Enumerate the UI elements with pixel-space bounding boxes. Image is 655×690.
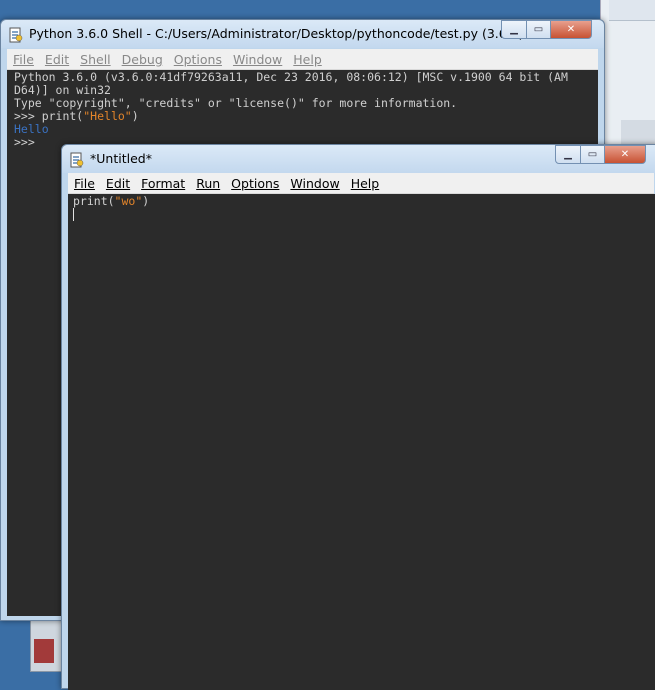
- editor-window-title: *Untitled*: [90, 151, 152, 166]
- maximize-button[interactable]: ▭: [580, 145, 605, 164]
- untitled-editor-window: *Untitled* ▁ ▭ ✕ File Edit Format Run Op…: [61, 144, 655, 690]
- background-window: [600, 0, 655, 150]
- close-button[interactable]: ✕: [550, 20, 592, 39]
- shell-banner-line-1: Python 3.6.0 (v3.6.0:41df79263a11, Dec 2…: [14, 70, 568, 84]
- menu-run[interactable]: Run: [190, 176, 225, 191]
- menu-help[interactable]: Help: [287, 52, 327, 67]
- close-button[interactable]: ✕: [604, 145, 646, 164]
- shell-caption-buttons: ▁ ▭ ✕: [501, 20, 592, 39]
- editor-menubar: File Edit Format Run Options Window Help: [68, 173, 654, 194]
- code-string-literal: "wo": [114, 194, 143, 208]
- menu-window[interactable]: Window: [284, 176, 344, 191]
- menu-edit[interactable]: Edit: [100, 176, 135, 191]
- shell-titlebar[interactable]: Python 3.6.0 Shell - C:/Users/Administra…: [1, 20, 604, 48]
- shell-prompt: >>>: [14, 135, 35, 149]
- menu-shell[interactable]: Shell: [74, 52, 116, 67]
- editor-titlebar[interactable]: *Untitled* ▁ ▭ ✕: [62, 145, 655, 173]
- maximize-button[interactable]: ▭: [526, 20, 551, 39]
- code-print-close: ): [142, 194, 150, 208]
- shell-banner-line-3: Type "copyright", "credits" or "license(…: [14, 96, 458, 110]
- menu-options[interactable]: Options: [225, 176, 284, 191]
- shell-window-title: Python 3.6.0 Shell - C:/Users/Administra…: [29, 26, 524, 41]
- editor-text-area[interactable]: print("wo"): [68, 194, 655, 690]
- minimize-button[interactable]: ▁: [501, 20, 527, 39]
- text-caret: [73, 208, 74, 221]
- menu-options[interactable]: Options: [168, 52, 227, 67]
- thumbnail-image: [34, 639, 54, 663]
- menu-help[interactable]: Help: [345, 176, 385, 191]
- editor-caption-buttons: ▁ ▭ ✕: [555, 145, 646, 164]
- menu-window[interactable]: Window: [227, 52, 287, 67]
- menu-format[interactable]: Format: [135, 176, 190, 191]
- shell-command-close: ): [131, 109, 139, 123]
- shell-menubar: File Edit Shell Debug Options Window Hel…: [7, 49, 598, 70]
- menu-file[interactable]: File: [68, 176, 100, 191]
- desktop-thumbnail[interactable]: [30, 620, 64, 672]
- menu-file[interactable]: File: [7, 52, 39, 67]
- code-print-call: print(: [73, 194, 115, 208]
- shell-string-literal: "Hello": [83, 109, 132, 123]
- python-idle-icon: [9, 27, 23, 43]
- background-window-titlebar: [609, 0, 655, 21]
- shell-output: Hello: [14, 122, 49, 136]
- menu-debug[interactable]: Debug: [116, 52, 168, 67]
- menu-edit[interactable]: Edit: [39, 52, 74, 67]
- python-idle-icon: [70, 152, 84, 168]
- shell-banner-line-2: D64)] on win32: [14, 83, 111, 97]
- shell-prompt-command: >>> print(: [14, 109, 84, 123]
- minimize-button[interactable]: ▁: [555, 145, 581, 164]
